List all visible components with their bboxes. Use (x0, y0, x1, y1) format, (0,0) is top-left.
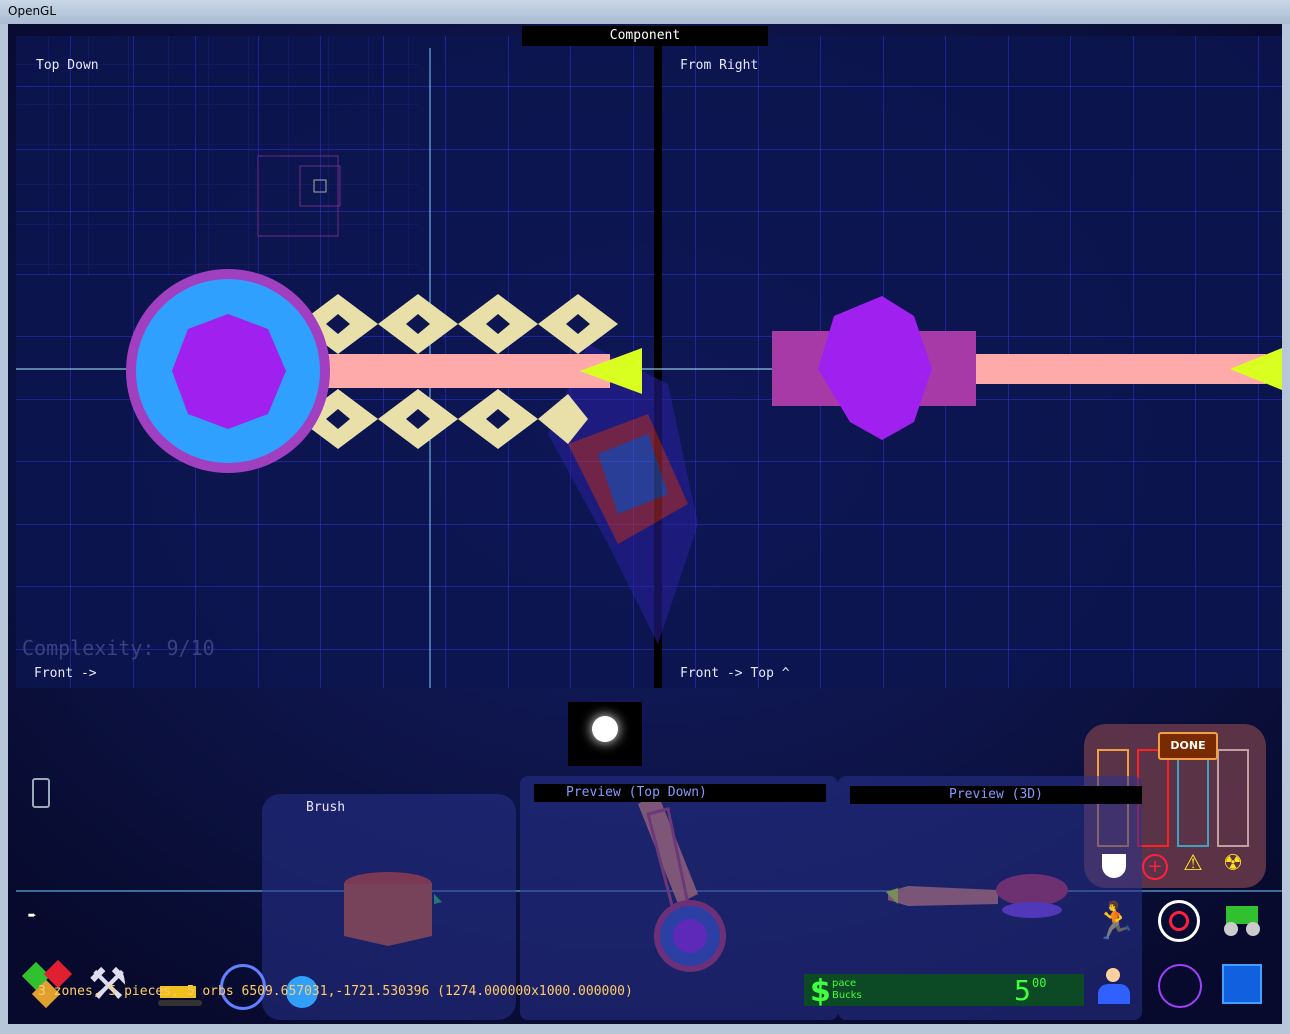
done-button[interactable]: DONE (1158, 732, 1218, 760)
window-title: OpenGL (8, 4, 57, 18)
dollar-icon: $ (810, 974, 831, 1009)
preview-top-label: Preview (Top Down) (534, 784, 826, 802)
top-down-label: Top Down (36, 58, 99, 73)
front-top-label: Front -> Top ^ (680, 666, 790, 681)
map-icon[interactable] (1222, 964, 1262, 1004)
tractor-icon[interactable] (1220, 900, 1264, 940)
bucks-amount: 5 (1014, 974, 1031, 1007)
status-line: 3 zones, 5 pieces, 5 orbs 6509.657031,-1… (38, 984, 633, 999)
warning-icon: ⚠ (1183, 851, 1203, 876)
game-canvas[interactable]: Component Top Down From Right Front -> F… (8, 24, 1282, 1024)
front-label-left: Front -> (34, 666, 97, 681)
window-frame-bottom (0, 1024, 1290, 1034)
from-right-label: From Right (680, 58, 759, 73)
complexity-label: Complexity: 9/10 (22, 636, 215, 660)
arrow-icon[interactable]: ➨ (28, 908, 36, 924)
bucks-cents: 00 (1032, 976, 1047, 990)
window-frame-right (1282, 24, 1290, 1024)
space-bucks-panel: $ pace Bucks 5 00 (804, 974, 1084, 1009)
runner-icon[interactable]: 🏃 (1090, 900, 1140, 944)
health-icon: + (1142, 854, 1168, 880)
people-icon[interactable] (1092, 964, 1136, 1008)
brush-label: Brush (306, 800, 346, 815)
phone-icon[interactable] (32, 778, 50, 808)
preview-3d-label: Preview (3D) (850, 786, 1142, 804)
lightbulb-icon[interactable] (568, 702, 642, 766)
bucks-label-2: Bucks (832, 990, 862, 1001)
window-titlebar: OpenGL (0, 0, 1290, 25)
network-icon[interactable] (1158, 964, 1202, 1008)
component-header: Component (522, 26, 768, 46)
bucks-label-1: pace (832, 978, 857, 989)
shield-icon (1102, 854, 1126, 878)
window-frame-left (0, 24, 8, 1024)
radiation-icon: ☢ (1223, 851, 1243, 876)
target-icon[interactable] (1158, 900, 1200, 942)
